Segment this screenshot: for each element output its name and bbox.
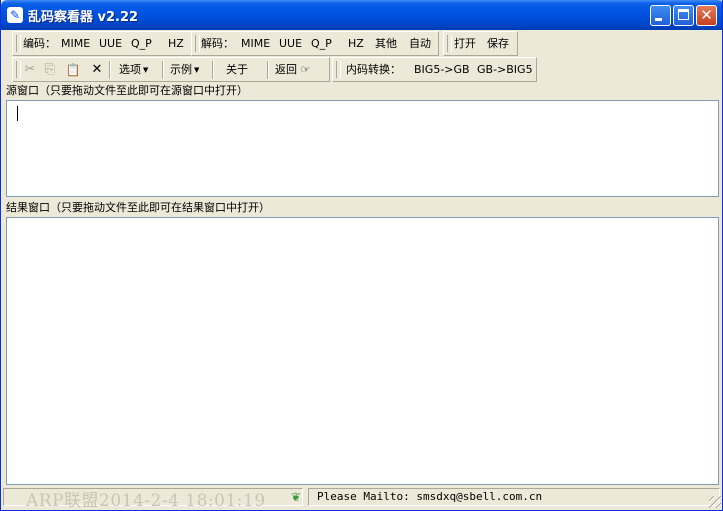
result-pane-label: 结果窗口（只要拖动文件至此即可在结果窗口中打开） xyxy=(6,201,270,214)
separator xyxy=(267,61,269,79)
minimize-icon xyxy=(655,18,662,21)
toolbar-grip[interactable] xyxy=(447,35,452,52)
toolbar-grip[interactable] xyxy=(16,35,21,52)
decode-other-button[interactable]: 其他 xyxy=(375,36,397,52)
separator xyxy=(212,61,214,79)
text-cursor xyxy=(17,106,18,121)
options-label: 选项 xyxy=(119,63,141,76)
pointing-hand-icon: ☞ xyxy=(300,63,311,76)
maximize-icon xyxy=(678,9,689,20)
toolbar-decode: 解码： MIME UUE Q_P HZ 其他 自动 xyxy=(191,31,439,56)
close-button[interactable]: ✕ xyxy=(696,5,717,26)
encode-hz-button[interactable]: HZ xyxy=(168,36,184,52)
toolbar-grip[interactable] xyxy=(195,35,200,52)
resize-grip[interactable] xyxy=(709,496,721,508)
title-bar[interactable]: ✎ 乱码察看器 v2.22 ✕ xyxy=(1,0,722,30)
convert-label: 内码转换： xyxy=(346,63,401,76)
app-window: ✎ 乱码察看器 v2.22 ✕ 编码： MIME UUE Q_P HZ 解码： … xyxy=(0,0,723,511)
delete-icon[interactable]: ✕ xyxy=(88,61,106,79)
decode-label: 解码： xyxy=(201,37,234,50)
minimize-button[interactable] xyxy=(650,5,671,26)
cut-icon[interactable]: ✂ xyxy=(21,61,39,79)
about-button[interactable]: 关于 xyxy=(226,62,248,78)
maximize-button[interactable] xyxy=(673,5,694,26)
decode-mime-button[interactable]: MIME xyxy=(241,36,270,52)
close-icon: ✕ xyxy=(700,6,713,24)
big5-to-gb-button[interactable]: BIG5->GB xyxy=(414,62,470,78)
open-button[interactable]: 打开 xyxy=(454,36,476,52)
result-text-area[interactable] xyxy=(6,217,719,485)
gb-to-big5-button[interactable]: GB->BIG5 xyxy=(477,62,533,78)
encode-qp-button[interactable]: Q_P xyxy=(131,36,152,52)
source-text-area[interactable] xyxy=(6,100,719,197)
back-label: 返回 xyxy=(275,63,297,76)
encode-uue-button[interactable]: UUE xyxy=(99,36,122,52)
decode-uue-button[interactable]: UUE xyxy=(279,36,302,52)
separator xyxy=(109,61,111,79)
status-panel-left: ARP联盟2014-2-4 18:01:19 xyxy=(3,488,303,510)
decode-qp-button[interactable]: Q_P xyxy=(311,36,332,52)
toolbar-grip[interactable] xyxy=(336,61,341,78)
window-title: 乱码察看器 v2.22 xyxy=(28,10,139,25)
paste-icon[interactable]: 📋 xyxy=(64,61,82,79)
toolbar-file: 打开 保存 xyxy=(443,31,518,56)
leaf-icon: ❦ xyxy=(291,490,302,504)
copy-icon[interactable]: ⎘ xyxy=(41,61,59,79)
back-button[interactable]: 返回 ☞ xyxy=(275,62,310,78)
source-pane-label: 源窗口（只要拖动文件至此即可在源窗口中打开） xyxy=(6,84,248,97)
decode-auto-button[interactable]: 自动 xyxy=(409,36,431,52)
separator xyxy=(162,61,164,79)
toolbar-edit: ✂ ⎘ 📋 ✕ 选项 ▼ 示例 ▼ 关于 返回 ☞ xyxy=(12,57,330,82)
options-dropdown[interactable]: 选项 ▼ xyxy=(119,62,148,78)
examples-dropdown[interactable]: 示例 ▼ xyxy=(170,62,199,78)
encode-label: 编码： xyxy=(23,37,56,50)
chevron-down-icon: ▼ xyxy=(194,66,200,74)
status-bar: ARP联盟2014-2-4 18:01:19 ❦ Please Mailto: … xyxy=(1,486,722,510)
toolbar-convert: 内码转换： BIG5->GB GB->BIG5 xyxy=(332,57,537,82)
encode-mime-button[interactable]: MIME xyxy=(61,36,90,52)
decode-hz-button[interactable]: HZ xyxy=(348,36,364,52)
save-button[interactable]: 保存 xyxy=(487,36,509,52)
chevron-down-icon: ▼ xyxy=(143,66,149,74)
examples-label: 示例 xyxy=(170,63,192,76)
watermark-text: ARP联盟2014-2-4 18:01:19 xyxy=(26,491,266,511)
app-icon[interactable]: ✎ xyxy=(7,7,23,23)
toolbar-encode: 编码： MIME UUE Q_P HZ xyxy=(12,31,192,56)
status-mailto: Please Mailto: smsdxq@sbell.com.cn xyxy=(308,488,720,506)
